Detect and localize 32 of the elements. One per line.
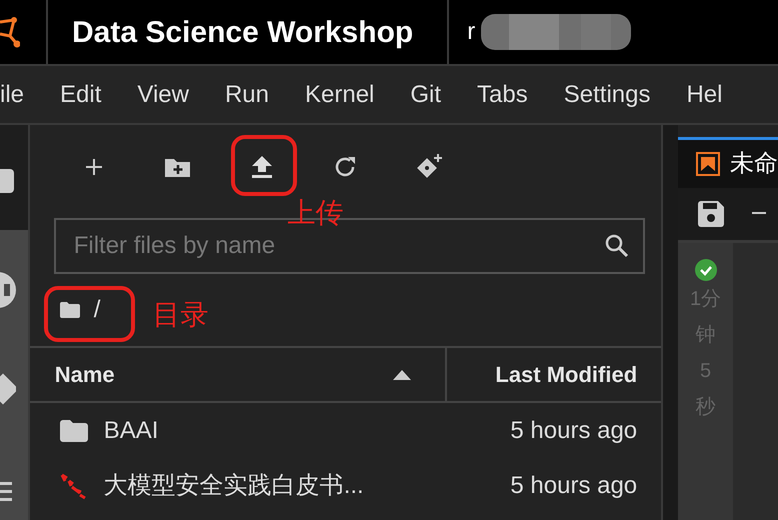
git-clone-icon [416, 154, 443, 180]
refresh-icon [334, 156, 357, 178]
menu-item[interactable]: Edit [60, 76, 102, 112]
folder-icon [60, 420, 88, 442]
save-icon[interactable] [698, 201, 724, 227]
file-name[interactable]: 大模型安全实践白皮书... [104, 468, 510, 504]
menu-item[interactable]: Hel [686, 76, 722, 112]
column-header[interactable]: Last Modified [495, 358, 638, 391]
upload-icon [252, 156, 272, 178]
menu-item[interactable]: ile [0, 76, 24, 112]
check-circle-icon [694, 259, 716, 281]
splitter-handle[interactable] [663, 125, 678, 520]
column-header[interactable]: Name [54, 358, 115, 391]
annotation-label: 目录 [152, 301, 209, 329]
menu-item[interactable]: Kernel [305, 76, 374, 112]
menu-item[interactable]: Run [224, 76, 269, 112]
logo-icon [0, 14, 20, 50]
app-title: Data Science Workshop [71, 14, 414, 50]
modified-time: 5 hours ago [510, 416, 638, 446]
menu-item[interactable]: View [137, 76, 189, 112]
file-icon [0, 169, 14, 193]
menu-item[interactable]: Git [410, 76, 442, 112]
modified-time: 5 hours ago [510, 470, 638, 500]
file-name[interactable]: BAAI [104, 412, 510, 448]
list-icon [0, 480, 12, 504]
notebook-icon [696, 152, 720, 176]
breadcrumb-link[interactable]: / [94, 292, 100, 328]
folder-icon [60, 302, 80, 318]
menu-item[interactable]: Tabs [477, 76, 528, 112]
search-icon [604, 234, 629, 258]
user-name: r [467, 17, 476, 47]
menu-item[interactable]: Settings [564, 76, 650, 112]
